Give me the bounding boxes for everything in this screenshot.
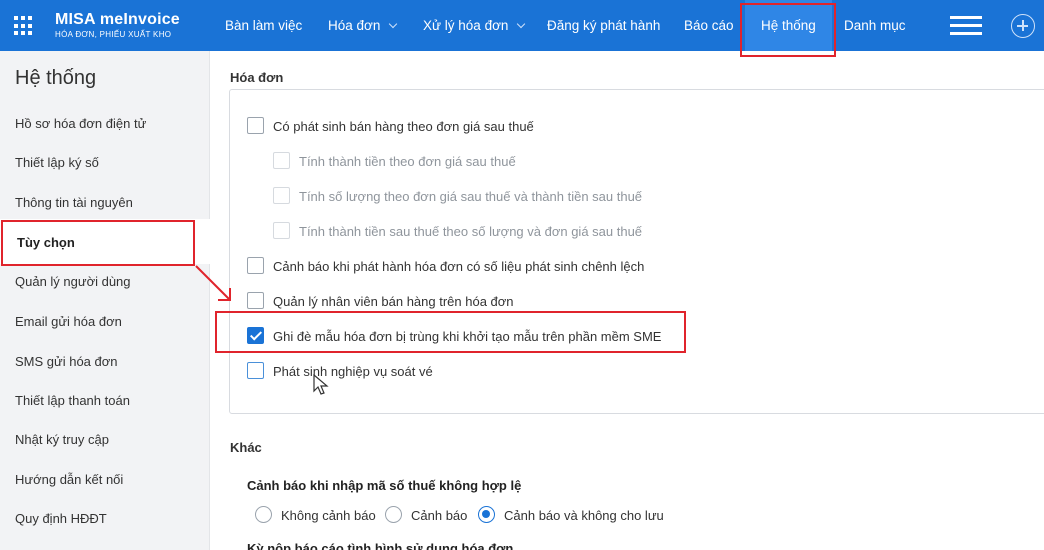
- nav-label: Xử lý hóa đơn: [423, 18, 509, 33]
- highlight-box-options: [1, 220, 195, 266]
- apps-grid-icon[interactable]: [14, 16, 34, 36]
- nav-label: Hóa đơn: [328, 18, 381, 33]
- checkbox-disabled: [273, 187, 290, 204]
- nav-label: Đăng ký phát hành: [547, 18, 661, 33]
- checkbox[interactable]: [247, 117, 264, 134]
- highlight-box-overwrite-template: [215, 311, 686, 353]
- sidebar-item-connect-guide[interactable]: Hướng dẫn kết nối: [15, 472, 123, 487]
- invoice-section-title: Hóa đơn: [230, 70, 284, 85]
- checkbox-disabled: [273, 222, 290, 239]
- checkbox[interactable]: [247, 292, 264, 309]
- sidebar-item-payment[interactable]: Thiết lập thanh toán: [15, 393, 130, 408]
- sidebar-item-sms[interactable]: SMS gửi hóa đơn: [15, 354, 118, 369]
- highlight-box-system-tab: [740, 3, 836, 57]
- tax-code-warning-title: Cảnh báo khi nhập mã số thuế không hợp l…: [247, 478, 522, 493]
- radio-label: Cảnh báo và không cho lưu: [504, 508, 664, 523]
- sidebar: Hệ thống Hồ sơ hóa đơn điện tử Thiết lập…: [0, 51, 210, 550]
- sidebar-item-email[interactable]: Email gửi hóa đơn: [15, 314, 122, 329]
- sidebar-title: Hệ thống: [15, 67, 97, 89]
- logo-sub-text: HÓA ĐƠN, PHIẾU XUẤT KHO: [55, 30, 172, 39]
- nav-item-invoice[interactable]: Hóa đơn: [328, 0, 398, 51]
- logo-main-text: MISA meInvoice: [55, 11, 180, 28]
- radio-warning-no-save[interactable]: [478, 506, 495, 523]
- nav-item-reports[interactable]: Báo cáo: [684, 0, 734, 51]
- nav-label: Danh mục: [844, 18, 906, 33]
- nav-item-catalog[interactable]: Danh mục: [844, 0, 906, 51]
- nav-item-invoice-processing[interactable]: Xử lý hóa đơn: [423, 0, 526, 51]
- sidebar-item-digital-sign[interactable]: Thiết lập ký số: [15, 155, 99, 170]
- checkbox-disabled: [273, 152, 290, 169]
- annotation-arrow-icon: [195, 265, 231, 301]
- report-period-title: Kỳ nộp báo cáo tình hình sử dụng hóa đơn: [247, 541, 514, 550]
- add-circle-icon[interactable]: [1011, 14, 1035, 38]
- option-label: Có phát sinh bán hàng theo đơn giá sau t…: [273, 119, 534, 134]
- sidebar-item-access-log[interactable]: Nhật ký truy cập: [15, 432, 109, 447]
- option-label: Cảnh báo khi phát hành hóa đơn có số liệ…: [273, 259, 645, 274]
- option-label: Tính thành tiền theo đơn giá sau thuế: [299, 154, 516, 169]
- option-label: Tính số lượng theo đơn giá sau thuế và t…: [299, 189, 643, 204]
- radio-no-warning[interactable]: [255, 506, 272, 523]
- radio-warning[interactable]: [385, 506, 402, 523]
- option-label: Quản lý nhân viên bán hàng trên hóa đơn: [273, 294, 514, 309]
- top-navbar: MISA meInvoice HÓA ĐƠN, PHIẾU XUẤT KHO B…: [0, 0, 1044, 51]
- chevron-down-icon: [517, 19, 526, 29]
- sidebar-item-einvoice-profile[interactable]: Hồ sơ hóa đơn điện tử: [15, 116, 146, 131]
- option-label: Phát sinh nghiệp vụ soát vé: [273, 364, 433, 379]
- chevron-down-icon: [389, 19, 398, 29]
- radio-label: Cảnh báo: [411, 508, 468, 523]
- hamburger-menu-icon[interactable]: [950, 16, 982, 36]
- sidebar-item-resources[interactable]: Thông tin tài nguyên: [15, 195, 133, 210]
- radio-label: Không cảnh báo: [281, 508, 376, 523]
- checkbox[interactable]: [247, 257, 264, 274]
- mouse-cursor-icon: [313, 374, 329, 395]
- nav-label: Báo cáo: [684, 18, 734, 33]
- nav-item-issue-registration[interactable]: Đăng ký phát hành: [547, 0, 660, 51]
- app-logo[interactable]: MISA meInvoice HÓA ĐƠN, PHIẾU XUẤT KHO: [55, 12, 180, 41]
- other-section-title: Khác: [230, 440, 262, 455]
- sidebar-item-users[interactable]: Quản lý người dùng: [15, 274, 131, 289]
- checkbox[interactable]: [247, 362, 264, 379]
- nav-item-workspace[interactable]: Bàn làm việc: [225, 0, 302, 51]
- sidebar-item-regulations[interactable]: Quy định HĐĐT: [15, 511, 107, 526]
- option-label: Tính thành tiền sau thuế theo số lượng v…: [299, 224, 643, 239]
- nav-label: Bàn làm việc: [225, 18, 303, 33]
